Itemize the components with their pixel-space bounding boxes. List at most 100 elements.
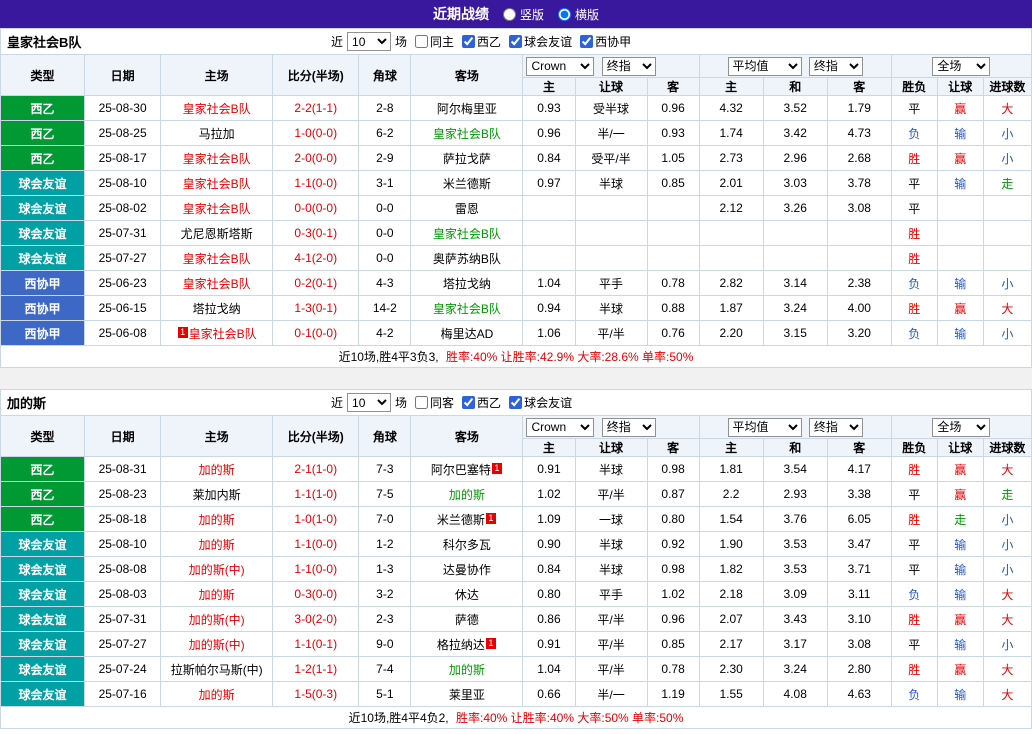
team-name[interactable]: 皇家社会B队 [183,202,251,216]
final-index-select-2[interactable]: 终指 [808,417,863,437]
team-name[interactable]: 雷恩 [455,202,479,216]
team-name[interactable]: 米兰德斯 [437,513,485,527]
match-score[interactable]: 2-0(0-0) [272,145,360,171]
team-name[interactable]: 加的斯 [449,663,485,677]
team-name[interactable]: 奥萨苏纳B队 [433,252,501,266]
team-name[interactable]: 阿尔巴塞特 [431,463,491,477]
bookmaker-select[interactable]: Crown [526,417,595,437]
team-name[interactable]: 莱里亚 [449,688,485,702]
team-name[interactable]: 尤尼恩斯塔斯 [181,227,253,241]
team-name[interactable]: 达曼协作 [443,563,491,577]
match-score[interactable]: 0-3(0-0) [272,581,360,607]
match-score[interactable]: 1-0(1-0) [272,506,360,532]
league-filter-xiyi[interactable]: 西乙 [462,394,501,411]
team-name[interactable]: 塔拉戈纳 [443,277,491,291]
team-name[interactable]: 皇家社会B队 [189,327,257,341]
team-name[interactable]: 格拉纳达 [437,638,485,652]
average-select[interactable]: 平均值 [727,56,802,76]
team-name[interactable]: 皇家社会B队 [183,252,251,266]
team-name[interactable]: 马拉加 [199,127,235,141]
match-score[interactable]: 1-1(0-1) [272,631,360,657]
team-name[interactable]: 皇家社会B队 [433,302,501,316]
team-name[interactable]: 萨拉戈萨 [443,152,491,166]
team-name[interactable]: 皇家社会B队 [183,152,251,166]
team-name[interactable]: 加的斯(中) [189,563,245,577]
match-score[interactable]: 0-1(0-0) [272,320,360,346]
team-name[interactable]: 皇家社会B队 [183,177,251,191]
same-venue-filter[interactable]: 同客 [415,394,454,411]
outcome: 负 [890,120,938,146]
league-checkbox[interactable] [509,35,523,48]
team-name[interactable]: 皇家社会B队 [183,277,251,291]
horizontal-radio[interactable] [558,7,571,21]
same-venue-checkbox[interactable] [415,35,429,48]
final-index-select[interactable]: 终指 [601,56,656,76]
match-score[interactable]: 0-2(0-1) [272,270,360,296]
games-count-select[interactable]: 10 [347,32,392,51]
match-score[interactable]: 0-3(0-1) [272,220,360,246]
league-filter-xixiejia[interactable]: 西协甲 [580,33,631,50]
final-index-select[interactable]: 终指 [601,417,656,437]
match-score[interactable]: 1-1(0-0) [272,531,360,557]
full-match-header: 全场 [890,415,1032,439]
league-checkbox[interactable] [509,396,523,409]
team-name[interactable]: 加的斯 [199,688,235,702]
match-score[interactable]: 1-1(0-0) [272,170,360,196]
away-team-cell: 格拉纳达 1 [410,631,524,657]
team-name[interactable]: 加的斯(中) [189,638,245,652]
team-name[interactable]: 萨德 [455,613,479,627]
horizontal-label: 横版 [575,7,600,22]
league-type-badge: 球会友谊 [0,631,86,657]
match-score[interactable]: 1-3(0-1) [272,295,360,321]
full-match-select[interactable]: 全场 [932,417,991,437]
layout-option-horizontal[interactable]: 横版 [558,6,599,23]
team-name[interactable]: 加的斯 [199,538,235,552]
team-name[interactable]: 皇家社会B队 [433,227,501,241]
match-score[interactable]: 3-0(2-0) [272,606,360,632]
match-score[interactable]: 1-1(0-0) [272,556,360,582]
vertical-radio[interactable] [502,7,516,21]
match-score[interactable]: 2-1(1-0) [272,456,360,482]
match-score[interactable]: 4-1(2-0) [272,245,360,271]
full-match-select[interactable]: 全场 [932,56,991,76]
team-name[interactable]: 加的斯 [199,463,235,477]
league-type-badge: 球会友谊 [0,556,86,582]
league-filter-friendly[interactable]: 球会友谊 [509,394,572,411]
team-name[interactable]: 皇家社会B队 [183,102,251,116]
team-name[interactable]: 拉斯帕尔马斯(中) [171,663,263,677]
average-select[interactable]: 平均值 [727,417,802,437]
corners: 0-0 [358,245,412,271]
match-score[interactable]: 1-5(0-3) [272,681,360,707]
team-name[interactable]: 休达 [455,588,479,602]
match-score[interactable]: 2-2(1-1) [272,95,360,121]
games-count-select[interactable]: 10 [347,393,392,412]
team-name[interactable]: 科尔多瓦 [443,538,491,552]
layout-option-vertical[interactable]: 竖版 [502,6,544,23]
match-score[interactable]: 1-0(0-0) [272,120,360,146]
bookmaker-select[interactable]: Crown [526,56,595,76]
league-checkbox[interactable] [580,35,594,48]
outcome: 胜 [890,145,938,171]
team-name[interactable]: 加的斯 [199,513,235,527]
team-name[interactable]: 米兰德斯 [443,177,491,191]
team-name[interactable]: 皇家社会B队 [433,127,501,141]
subcol-handicap-result: 让球 [936,438,984,457]
match-date: 25-08-03 [84,581,162,607]
team-name[interactable]: 塔拉戈纳 [193,302,241,316]
match-score[interactable]: 0-0(0-0) [272,195,360,221]
league-checkbox[interactable] [462,396,476,409]
match-score[interactable]: 1-2(1-1) [272,656,360,682]
match-score[interactable]: 1-1(1-0) [272,481,360,507]
same-venue-checkbox[interactable] [415,396,429,409]
league-checkbox[interactable] [462,35,476,48]
team-name[interactable]: 加的斯 [199,588,235,602]
same-venue-filter[interactable]: 同主 [415,33,454,50]
final-index-select-2[interactable]: 终指 [808,56,863,76]
team-name[interactable]: 梅里达AD [441,327,494,341]
league-filter-friendly[interactable]: 球会友谊 [509,33,572,50]
team-name[interactable]: 加的斯(中) [189,613,245,627]
league-filter-xiyi[interactable]: 西乙 [462,33,501,50]
team-name[interactable]: 加的斯 [449,488,485,502]
team-name[interactable]: 阿尔梅里亚 [437,102,497,116]
team-name[interactable]: 莱加内斯 [193,488,241,502]
